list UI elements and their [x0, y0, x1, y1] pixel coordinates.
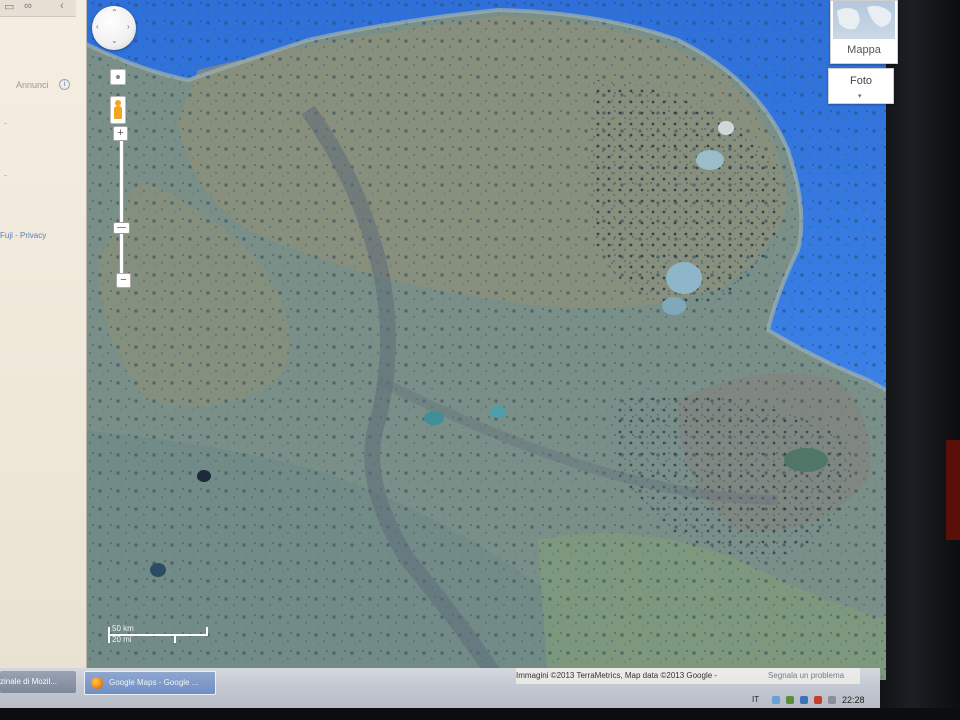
pan-control[interactable]: ⌃ ⌄ ‹ › — [92, 6, 136, 50]
taskbar-item-mozilla[interactable]: zinale di Mozil... — [0, 671, 76, 693]
satellite-map[interactable] — [78, 0, 886, 680]
divider-mark: - — [4, 170, 7, 180]
map-attribution: Immagini ©2013 TerraMetrics, Map data ©2… — [516, 668, 860, 684]
pan-up-icon[interactable]: ⌃ — [111, 8, 118, 17]
zoom-in-button[interactable]: + — [113, 126, 128, 141]
report-problem-link[interactable]: Segnala un problema — [768, 668, 844, 684]
scale-mi-label: 20 mi — [112, 635, 132, 644]
pan-right-icon[interactable]: › — [127, 22, 130, 31]
map-type-photo-button[interactable]: Foto ▾ — [828, 68, 894, 104]
ads-label: Annunci — [16, 80, 49, 90]
taskbar-item-google-maps[interactable]: Google Maps - Google ... — [84, 671, 216, 695]
monitor-bezel — [880, 0, 960, 720]
chevron-down-icon: ▾ — [858, 93, 862, 100]
street-view-pegman-icon[interactable] — [110, 96, 126, 124]
map-type-map-label: Mappa — [847, 44, 881, 56]
firefox-icon — [91, 677, 103, 689]
map-type-photo-label: Foto — [849, 75, 872, 87]
chevron-left-icon[interactable]: ‹ — [60, 0, 64, 12]
pan-left-icon[interactable]: ‹ — [96, 22, 99, 31]
info-icon[interactable]: i — [59, 79, 70, 90]
tray-security-icon[interactable] — [786, 696, 794, 704]
scale-km-label: 50 km — [112, 624, 134, 633]
monitor-bezel-bottom — [0, 708, 960, 720]
tray-app-icon[interactable] — [800, 696, 808, 704]
link-icon[interactable]: ∞ — [24, 0, 32, 12]
language-indicator[interactable]: IT — [752, 695, 759, 704]
map-thumbnail — [833, 1, 895, 39]
tray-network-icon[interactable] — [772, 696, 780, 704]
system-tray: IT 22:28 — [740, 692, 880, 708]
divider-mark: - — [4, 118, 7, 128]
legal-links[interactable]: Fuji - Privacy — [0, 231, 46, 240]
side-panel: ▭ ∞ ‹ Annunci i - - Fuji - Privacy — [0, 0, 87, 668]
tray-alert-icon[interactable] — [814, 696, 822, 704]
reset-view-button[interactable] — [110, 69, 126, 85]
satellite-imagery — [78, 0, 886, 680]
zoom-slider-handle[interactable] — [113, 222, 130, 234]
taskbar-item-label: Google Maps - Google ... — [109, 678, 199, 687]
side-panel-toolbar: ▭ ∞ ‹ — [0, 0, 76, 17]
taskbar-clock[interactable]: 22:28 — [842, 695, 865, 705]
map-type-map-button[interactable]: Mappa — [830, 0, 898, 64]
zoom-slider-track[interactable] — [119, 140, 124, 276]
pan-down-icon[interactable]: ⌄ — [111, 36, 118, 45]
monitor-bezel-reflection — [946, 440, 960, 540]
map-scale: 50 km 20 mi — [106, 624, 208, 646]
zoom-out-button[interactable]: − — [116, 273, 131, 288]
taskbar-item-label: zinale di Mozil... — [0, 677, 57, 686]
tab-icon[interactable]: ▭ — [4, 0, 14, 13]
imagery-attribution: Immagini ©2013 TerraMetrics, Map data ©2… — [516, 671, 718, 680]
tray-volume-icon[interactable] — [828, 696, 836, 704]
